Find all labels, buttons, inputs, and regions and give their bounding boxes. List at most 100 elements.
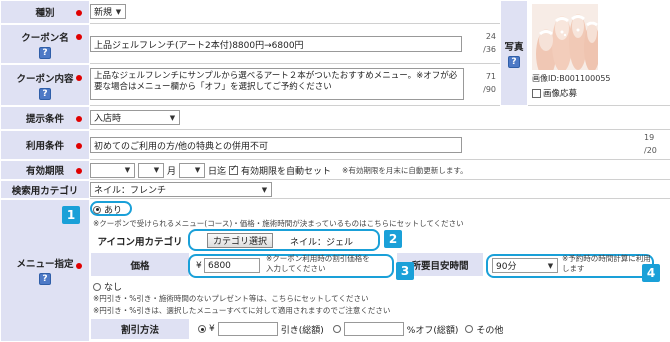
- discount-yen-radio[interactable]: [198, 325, 206, 333]
- conditions-label: 提示条件: [25, 114, 64, 125]
- coupon-content-cell: 上品なジェルフレンチにサンプルから選べるアート２本がついたおすすめメニュー。※オ…: [90, 64, 500, 106]
- photo-image-id: 画像ID:B001100055: [532, 74, 611, 83]
- photo-label: 写真: [504, 41, 524, 53]
- discount-label: 割引方法: [120, 325, 159, 336]
- coupon-content-max: /90: [483, 85, 496, 94]
- photo-cell: 画像ID:B001100055 画像応募: [528, 0, 670, 106]
- expiry-month-unit: 月: [167, 166, 177, 177]
- chevron-down-icon: ▼: [115, 7, 122, 16]
- coupon-name-counter: 24 /36: [470, 30, 496, 56]
- icon-category-label-cell: アイコン用カテゴリ: [90, 229, 190, 252]
- category-select-button[interactable]: カテゴリ選択: [207, 233, 274, 248]
- expiry-year-select[interactable]: ▼: [90, 162, 135, 178]
- menu-yes-radio[interactable]: [93, 205, 101, 214]
- price-label: 価格: [130, 260, 150, 272]
- discount-other-radio[interactable]: [465, 325, 474, 333]
- help-icon[interactable]: ?: [39, 273, 51, 285]
- discount-other-label: その他: [476, 325, 504, 336]
- discount-yen-symbol: ¥: [209, 324, 215, 334]
- expiry-label: 有効期限: [25, 166, 64, 177]
- chevron-down-icon: ▼: [547, 261, 554, 270]
- time-select[interactable]: 90分 ▼: [492, 258, 558, 273]
- usage-label: 利用条件: [25, 141, 64, 152]
- discount-yen-input[interactable]: [217, 322, 278, 336]
- required-dot: [76, 74, 82, 84]
- chevron-down-icon: ▼: [194, 166, 201, 174]
- help-icon[interactable]: ?: [39, 46, 51, 59]
- usage-counter: 19 /20: [644, 131, 670, 157]
- type-cell: 新規 ▼: [90, 0, 500, 24]
- icon-category-value: ネイル：ジェル: [290, 238, 354, 248]
- coupon-name-value: 上品ジェルフレンチ(アート2本付)8800円→6800円: [94, 40, 304, 51]
- chevron-down-icon: ▼: [124, 166, 131, 174]
- price-value: 6800: [208, 260, 231, 271]
- discount-pct-radio[interactable]: [332, 325, 341, 333]
- help-icon[interactable]: ?: [39, 87, 51, 100]
- expiry-day-unit: 日迄: [208, 166, 227, 177]
- menu-no-radio[interactable]: [93, 282, 101, 291]
- time-note: ※予約時の時間計算に利用します: [562, 254, 651, 273]
- required-dot: [76, 115, 82, 125]
- category-select[interactable]: ネイル：フレンチ ▼: [90, 182, 272, 197]
- coupon-name-label: クーポン名: [21, 32, 69, 44]
- callout-badge-2: 2: [384, 230, 402, 248]
- type-select-value: 新規: [94, 8, 113, 18]
- expiry-day-select[interactable]: ▼: [179, 162, 206, 178]
- help-icon[interactable]: ?: [508, 55, 520, 68]
- conditions-select-value: 入店時: [94, 114, 122, 124]
- coupon-name-input[interactable]: 上品ジェルフレンチ(アート2本付)8800円→6800円: [90, 36, 462, 52]
- photo-apply-checkbox[interactable]: [532, 88, 541, 98]
- icon-category-label: アイコン用カテゴリ: [97, 236, 183, 248]
- required-dot: [76, 167, 82, 177]
- chevron-down-icon: ▼: [169, 113, 176, 122]
- coupon-content-label: クーポン内容: [16, 73, 74, 85]
- menu-option-yes[interactable]: あり: [93, 203, 122, 216]
- callout-badge-4: 4: [642, 264, 660, 282]
- nail-photo[interactable]: [532, 4, 598, 70]
- coupon-name-label-cell: クーポン名 ?: [0, 24, 90, 64]
- price-input[interactable]: 6800: [204, 258, 260, 273]
- photo-apply[interactable]: 画像応募: [532, 87, 577, 99]
- menu-no-note-2: ※円引き・%引きは、選択したメニューすべてに対して適用されますのでご注意ください: [93, 306, 391, 315]
- required-dot: [76, 142, 82, 152]
- conditions-cell: 入店時 ▼: [90, 106, 670, 130]
- expiry-cell: ▼ ▼ 月 ▼ 日迄 有効期限を自動セット ※有効期限を月末に自動更新します。: [90, 160, 670, 180]
- chevron-down-icon: ▼: [153, 166, 160, 174]
- required-dot: [76, 33, 82, 43]
- menu-label: メニュー指定: [16, 259, 74, 270]
- expiry-month-select[interactable]: ▼: [138, 162, 164, 178]
- price-note: ※クーポン利用時の割引価格を入力してください: [266, 254, 370, 273]
- usage-input[interactable]: 初めてのご利用の方/他の特典との併用不可: [90, 137, 462, 153]
- menu-cell: あり ※クーポンで受けられるメニュー(コース)・価格・施術時間が決まっているもの…: [90, 199, 670, 342]
- type-label: 種別: [35, 8, 55, 19]
- time-select-value: 90分: [496, 262, 517, 272]
- discount-pct-input[interactable]: [343, 322, 404, 336]
- menu-no-label: なし: [104, 283, 123, 293]
- time-label: 所要目安時間: [411, 260, 469, 272]
- menu-yes-label: あり: [104, 206, 123, 216]
- callout-badge-3: 3: [396, 262, 414, 280]
- menu-option-no[interactable]: なし: [93, 280, 122, 293]
- photo-apply-label: 画像応募: [543, 89, 578, 99]
- usage-cell: 初めてのご利用の方/他の特典との併用不可 19 /20: [90, 130, 670, 160]
- category-select-value: ネイル：フレンチ: [94, 186, 167, 196]
- discount-label-cell: 割引方法: [90, 318, 190, 340]
- discount-options: ¥ 引き(総額) %オフ(総額) その他: [198, 321, 503, 337]
- coupon-content-label-cell: クーポン内容 ?: [0, 64, 90, 106]
- coupon-content-textarea[interactable]: 上品なジェルフレンチにサンプルから選べるアート２本がついたおすすめメニュー。※オ…: [90, 68, 464, 100]
- coupon-name-count: 24: [485, 32, 496, 41]
- usage-value: 初めてのご利用の方/他の特典との併用不可: [94, 141, 268, 152]
- expiry-auto-checkbox[interactable]: [229, 164, 239, 175]
- usage-max: /20: [644, 146, 657, 155]
- menu-yes-note: ※クーポンで受けられるメニュー(コース)・価格・施術時間が決まっているものはこち…: [93, 219, 464, 228]
- price-yen: ¥: [196, 261, 202, 271]
- usage-count: 19: [644, 133, 655, 142]
- chevron-down-icon: ▼: [261, 185, 268, 194]
- type-select[interactable]: 新規 ▼: [90, 4, 126, 19]
- price-label-cell: 価格: [90, 252, 190, 277]
- category-cell: ネイル：フレンチ ▼: [90, 180, 670, 199]
- expiry-note: ※有効期限を月末に自動更新します。: [342, 165, 468, 175]
- coupon-content-counter: 71 /90: [470, 70, 496, 96]
- conditions-select[interactable]: 入店時 ▼: [90, 110, 180, 125]
- callout-badge-1: 1: [62, 206, 80, 224]
